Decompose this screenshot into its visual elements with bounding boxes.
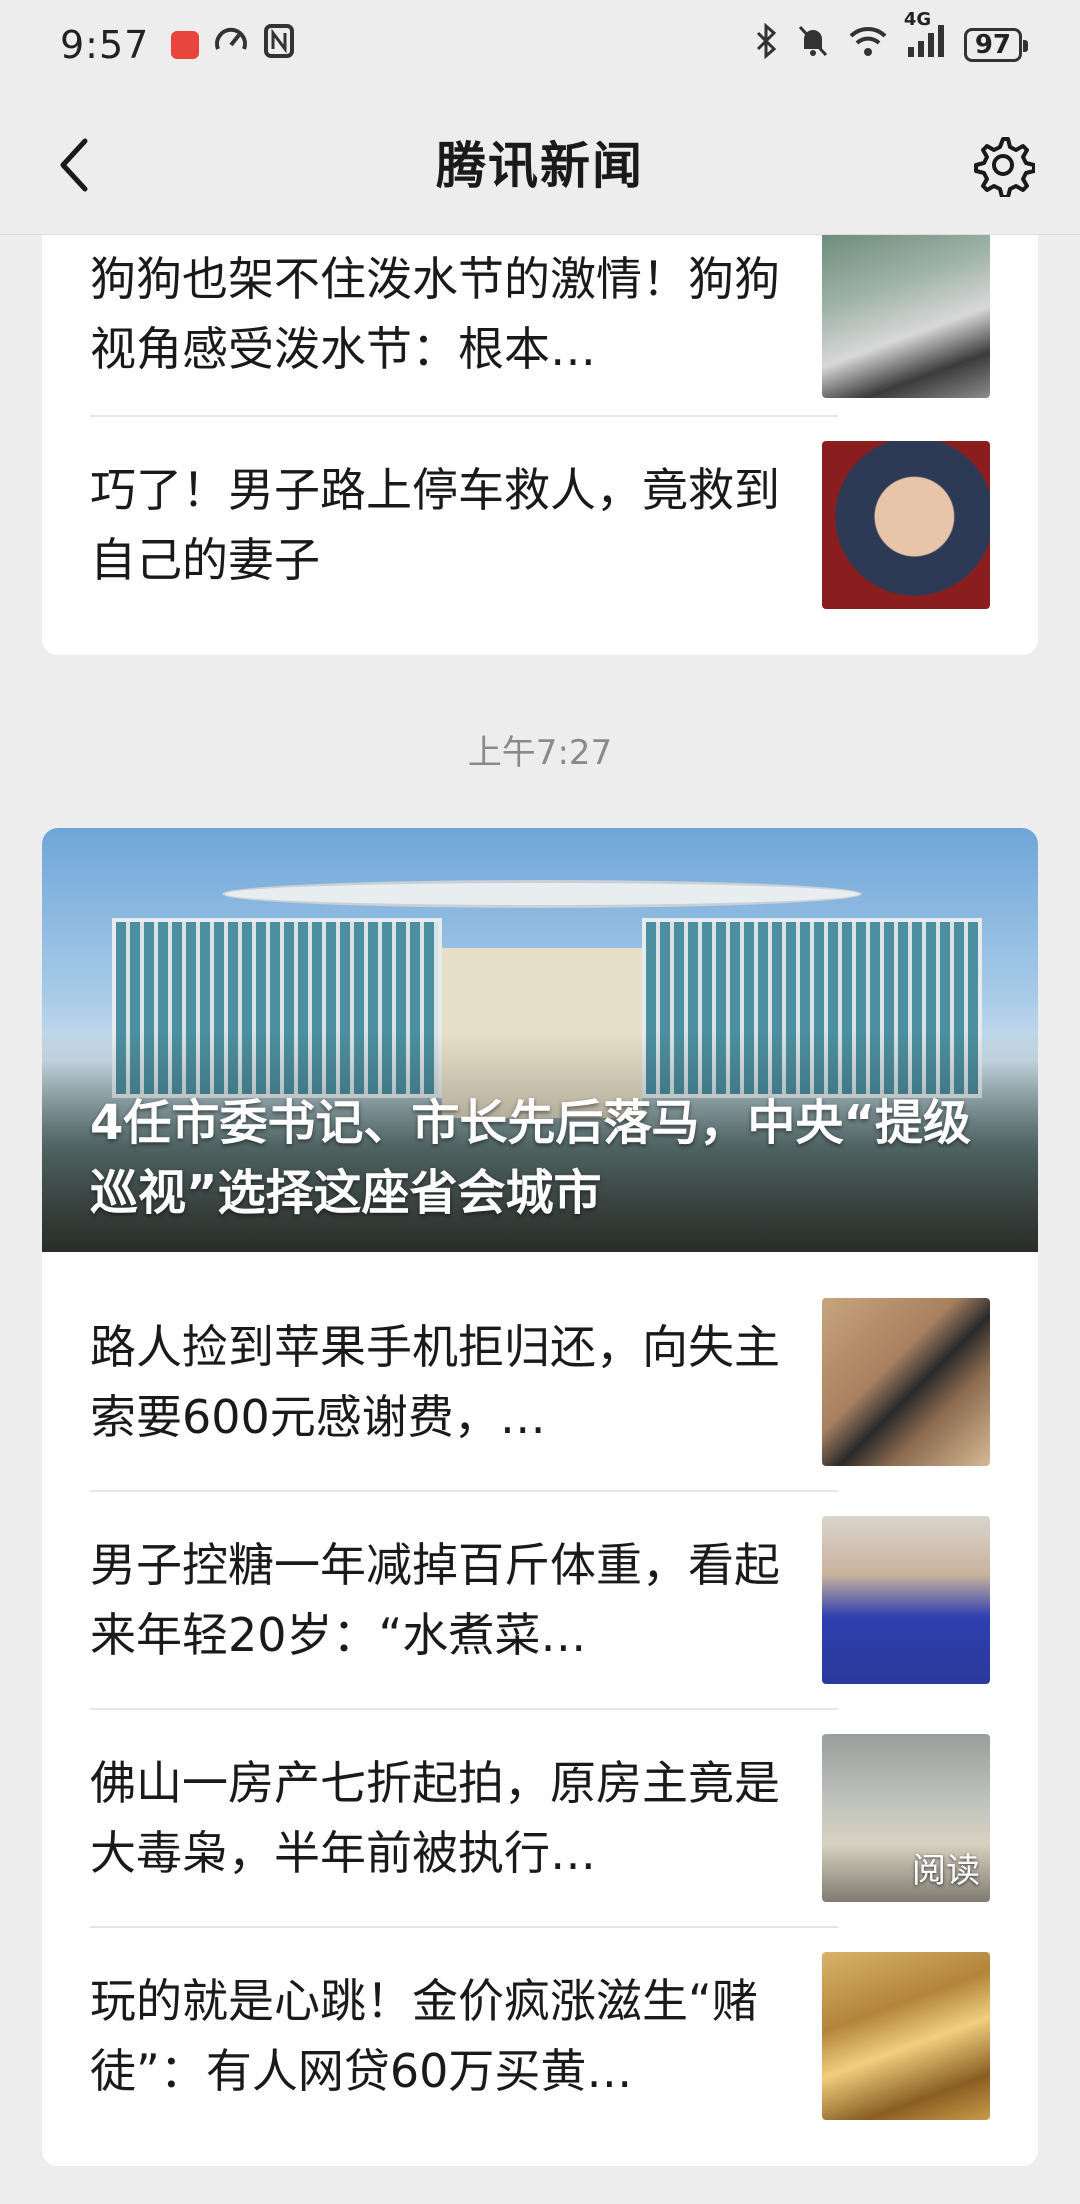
nav-bar: 腾讯新闻 bbox=[0, 90, 1080, 235]
news-item[interactable]: 男子控糖一年减掉百斤体重，看起来年轻20岁：“水煮菜… bbox=[90, 1516, 990, 1684]
settings-button[interactable] bbox=[966, 128, 1040, 202]
news-title: 巧了！男子路上停车救人，竟救到自己的妻子 bbox=[90, 463, 780, 587]
news-title: 玩的就是心跳！金价疯涨滋生“赌徒”：有人网贷60万买黄… bbox=[90, 1974, 758, 2098]
divider bbox=[90, 1926, 838, 1928]
divider bbox=[90, 415, 838, 417]
news-thumbnail-man bbox=[822, 441, 990, 609]
hero-title: 4任市委书记、市长先后落马，中央“提级巡视”选择这座省会城市 bbox=[90, 1095, 971, 1221]
nfc-icon bbox=[263, 23, 295, 68]
news-item[interactable]: 巧了！男子路上停车救人，竟救到自己的妻子 bbox=[90, 441, 990, 609]
bluetooth-icon bbox=[754, 22, 778, 68]
signal-icon: 4G bbox=[904, 9, 946, 68]
page-title: 腾讯新闻 bbox=[436, 137, 644, 195]
news-item[interactable]: 狗狗也架不住泼水节的激情！狗狗视角感受泼水节：根本… bbox=[90, 235, 990, 398]
chevron-left-icon bbox=[60, 138, 88, 192]
hero-image-roof bbox=[222, 880, 862, 908]
news-thumbnail-phone bbox=[822, 1298, 990, 1466]
battery-level: 97 bbox=[974, 30, 1011, 60]
message-timestamp: 上午7:27 bbox=[467, 733, 613, 773]
hero-news-item[interactable]: 4任市委书记、市长先后落马，中央“提级巡视”选择这座省会城市 bbox=[42, 828, 1038, 1252]
app-badge-icon bbox=[171, 31, 200, 59]
news-title: 路人捡到苹果手机拒归还，向失主索要600元感谢费，… bbox=[90, 1320, 780, 1444]
news-title: 狗狗也架不住泼水节的激情！狗狗视角感受泼水节：根本… bbox=[90, 252, 780, 376]
news-title: 男子控糖一年减掉百斤体重，看起来年轻20岁：“水煮菜… bbox=[90, 1538, 780, 1662]
news-thumbnail-gold bbox=[822, 1952, 990, 2120]
news-thumbnail-dog bbox=[822, 235, 990, 398]
battery-icon: 97 bbox=[963, 28, 1029, 62]
status-time: 9:57 bbox=[60, 23, 150, 67]
network-type: 4G bbox=[903, 8, 932, 30]
divider bbox=[90, 1490, 838, 1492]
news-item[interactable]: 路人捡到苹果手机拒归还，向失主索要600元感谢费，… bbox=[90, 1298, 990, 1466]
speed-gauge-icon bbox=[213, 23, 249, 68]
news-item[interactable]: 佛山一房产七折起拍，原房主竟是大毒枭，半年前被执行… 阅读 bbox=[90, 1734, 990, 1902]
mute-bell-icon bbox=[796, 23, 830, 68]
news-item[interactable]: 玩的就是心跳！金价疯涨滋生“赌徒”：有人网贷60万买黄… bbox=[90, 1952, 990, 2120]
news-card: 4任市委书记、市长先后落马，中央“提级巡视”选择这座省会城市 路人捡到苹果手机拒… bbox=[42, 828, 1038, 2166]
divider bbox=[90, 1708, 838, 1710]
wifi-icon bbox=[848, 23, 888, 68]
news-thumbnail-car: 阅读 bbox=[822, 1734, 990, 1902]
read-tag: 阅读 bbox=[912, 1851, 980, 1891]
status-bar: 9:57 4G 97 bbox=[0, 0, 1080, 90]
back-button[interactable] bbox=[40, 130, 110, 200]
news-thumbnail-young-man bbox=[822, 1516, 990, 1684]
gear-icon bbox=[974, 137, 1035, 197]
news-title: 佛山一房产七折起拍，原房主竟是大毒枭，半年前被执行… bbox=[90, 1756, 780, 1880]
news-card-previous: 狗狗也架不住泼水节的激情！狗狗视角感受泼水节：根本… 巧了！男子路上停车救人，竟… bbox=[42, 235, 1038, 655]
status-left: 9:57 bbox=[60, 23, 295, 68]
status-right: 4G 97 bbox=[754, 9, 1029, 68]
